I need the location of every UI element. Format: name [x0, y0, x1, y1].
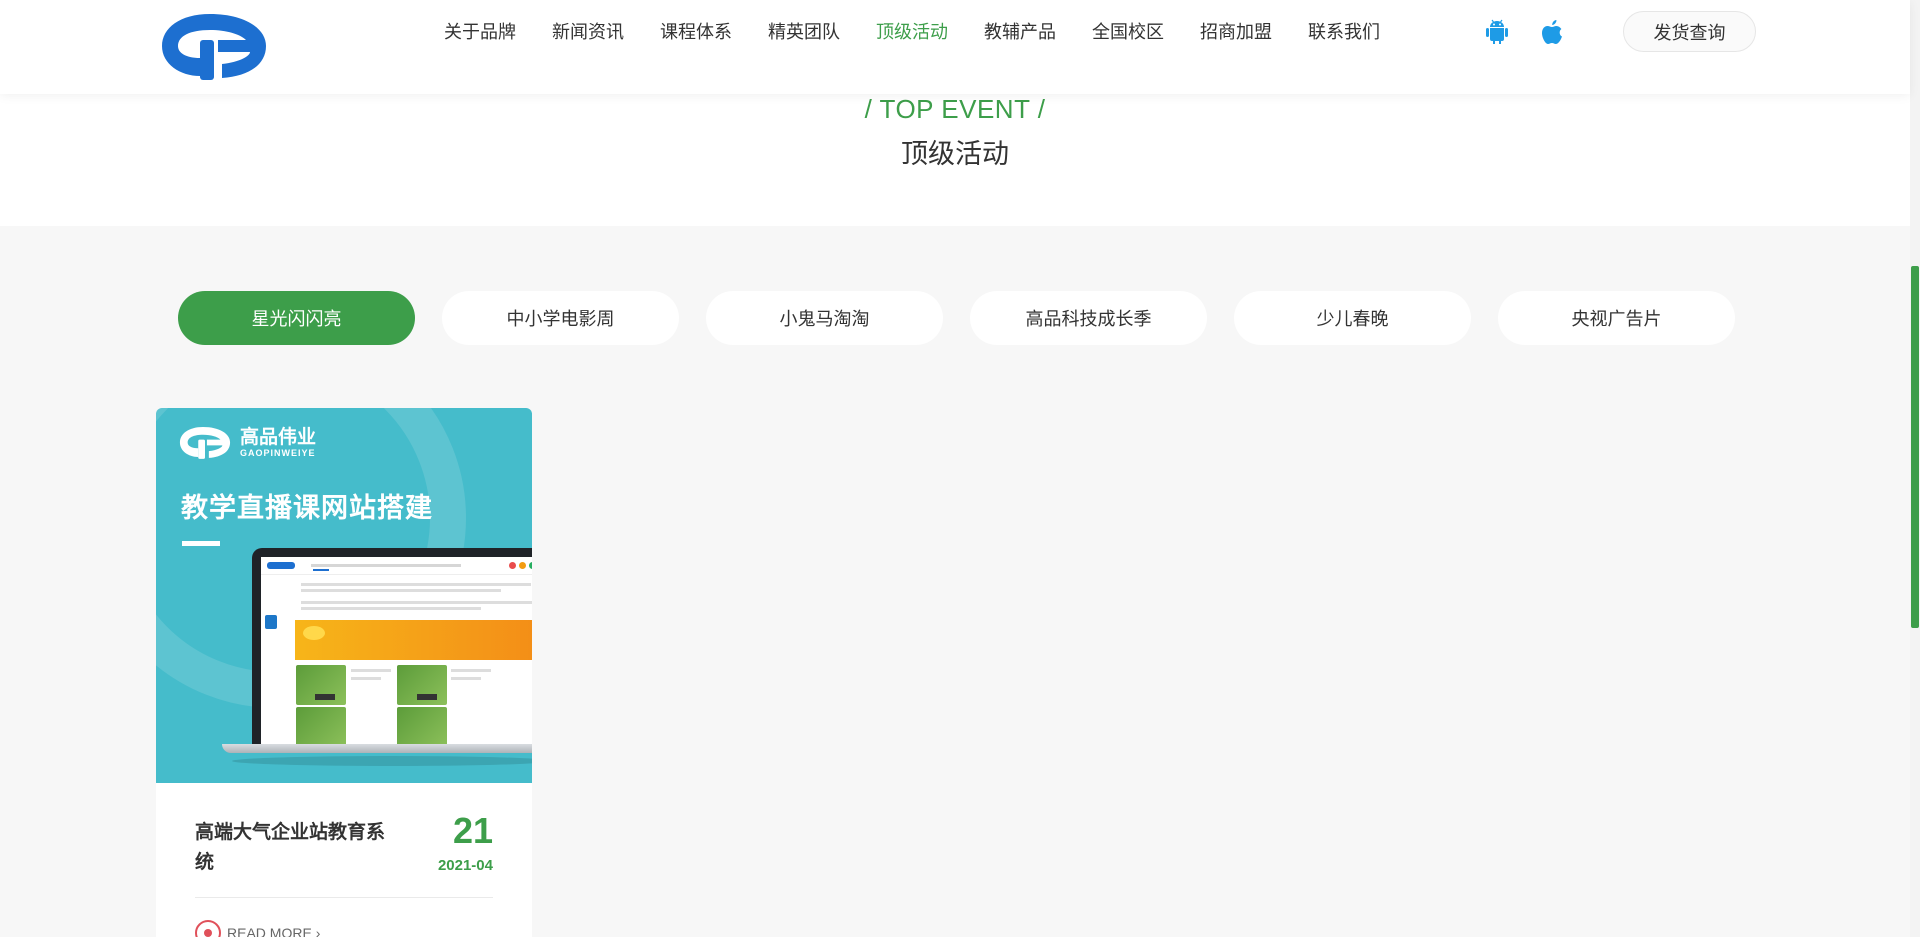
tab-tech-season[interactable]: 高品科技成长季: [970, 291, 1207, 345]
card-brand: 高品伟业 GAOPINWEIYE: [178, 424, 316, 460]
tab-kids-gala[interactable]: 少儿春晚: [1234, 291, 1471, 345]
chevron-right-icon: ›: [315, 925, 321, 937]
section-title-cn: 顶级活动: [901, 139, 1009, 170]
site-header: 关于品牌 新闻资讯 课程体系 精英团队 顶级活动 教辅产品 全国校区 招商加盟 …: [0, 0, 1910, 94]
card-date-day: 21: [452, 810, 493, 851]
apple-icon[interactable]: [1538, 18, 1566, 46]
scrollbar-thumb[interactable]: [1911, 266, 1919, 628]
tab-taotao[interactable]: 小鬼马淘淘: [706, 291, 943, 345]
nav-item-events[interactable]: 顶级活动: [876, 18, 948, 44]
card-brand-en: GAOPINWEIYE: [240, 448, 316, 458]
nav-item-products[interactable]: 教辅产品: [984, 18, 1056, 44]
nav-item-news[interactable]: 新闻资讯: [552, 18, 624, 44]
tab-film-week[interactable]: 中小学电影周: [442, 291, 679, 345]
preview-user-icon: [265, 615, 277, 629]
tab-cctv-ads[interactable]: 央视广告片: [1498, 291, 1735, 345]
website-preview: [261, 557, 532, 744]
laptop-mockup: [222, 548, 532, 783]
laptop-shadow: [232, 756, 532, 766]
laptop-screen: [252, 548, 532, 744]
read-more-label: READ MORE: [227, 925, 312, 937]
card-brand-cn: 高品伟业: [240, 426, 317, 448]
event-card[interactable]: 高品伟业 GAOPINWEIYE 教学直播课网站搭建 高端大气企业站教育系统 2…: [156, 408, 532, 937]
nav-item-team[interactable]: 精英团队: [768, 18, 840, 44]
read-more-circle-icon: [195, 920, 221, 937]
main-nav: 关于品牌 新闻资讯 课程体系 精英团队 顶级活动 教辅产品 全国校区 招商加盟 …: [444, 0, 1416, 62]
card-brand-logo-icon: [179, 427, 231, 459]
card-date-month: 2021-04: [437, 857, 493, 874]
nav-item-franchise[interactable]: 招商加盟: [1200, 18, 1272, 44]
card-banner-title: 教学直播课网站搭建: [181, 493, 433, 524]
brand-logo[interactable]: [158, 8, 270, 82]
event-card-image[interactable]: 高品伟业 GAOPINWEIYE 教学直播课网站搭建: [156, 408, 532, 783]
laptop-base: [222, 744, 532, 753]
card-divider: [195, 897, 493, 898]
nav-item-contact[interactable]: 联系我们: [1308, 18, 1380, 44]
android-icon[interactable]: [1483, 18, 1511, 46]
nav-item-courses[interactable]: 课程体系: [660, 18, 732, 44]
card-title[interactable]: 高端大气企业站教育系统: [195, 817, 395, 877]
shipping-query-button[interactable]: 发货查询: [1623, 11, 1756, 52]
nav-item-about[interactable]: 关于品牌: [444, 18, 516, 44]
event-tabs: 星光闪闪亮 中小学电影周 小鬼马淘淘 高品科技成长季 少儿春晚 央视广告片: [178, 291, 1762, 345]
section-title: / TOP EVENT / 顶级活动: [0, 94, 1910, 226]
banner-dash: [182, 541, 220, 546]
read-more-link[interactable]: READ MORE ›: [195, 920, 320, 937]
section-title-en: / TOP EVENT /: [864, 94, 1046, 124]
events-content: 星光闪闪亮 中小学电影周 小鬼马淘淘 高品科技成长季 少儿春晚 央视广告片 高品…: [0, 226, 1910, 937]
nav-item-campuses[interactable]: 全国校区: [1092, 18, 1164, 44]
preview-banner: [295, 620, 532, 660]
page-scrollbar[interactable]: [1910, 0, 1920, 937]
tab-starlight[interactable]: 星光闪闪亮: [178, 291, 415, 345]
preview-nav: [261, 557, 532, 575]
